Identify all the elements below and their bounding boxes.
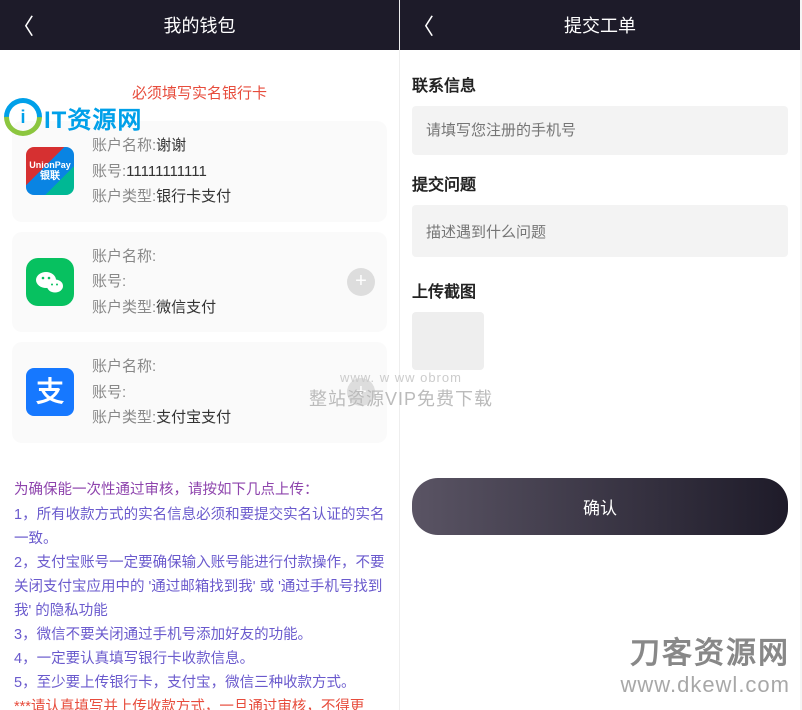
page-title: 我的钱包 — [0, 12, 399, 38]
note-cutoff: ***请认真填写并上传收款方式，一旦通过审核，不得更 — [14, 696, 385, 710]
back-icon[interactable]: 〈 — [412, 9, 434, 41]
payment-method-unionpay[interactable]: UnionPay银联 账户名称:谢谢 账号:11111111111 账户类型:银… — [12, 121, 387, 222]
type-value: 支付宝支付 — [156, 409, 231, 426]
header: 〈 我的钱包 — [0, 0, 399, 50]
note-item: 2，支付宝账号一定要确保输入账号能进行付款操作，不要关闭支付宝应用中的 '通过邮… — [14, 552, 385, 624]
name-label: 账户名称: — [92, 248, 156, 265]
phone-input[interactable] — [412, 106, 788, 155]
ticket-form: 联系信息 提交问题 上传截图 确认 — [400, 50, 800, 547]
watermark-logo: i IT资源网 — [4, 98, 142, 136]
contact-label: 联系信息 — [412, 72, 788, 96]
question-textarea[interactable] — [412, 205, 788, 257]
name-label: 账户名称: — [92, 358, 156, 375]
alipay-icon: 支 — [26, 368, 74, 416]
name-value: 谢谢 — [156, 137, 186, 154]
type-label: 账户类型: — [92, 299, 156, 316]
note-item: 4，一定要认真填写银行卡收款信息。 — [14, 648, 385, 672]
upload-label: 上传截图 — [412, 278, 788, 302]
note-item: 3，微信不要关闭通过手机号添加好友的功能。 — [14, 624, 385, 648]
logo-ring-icon: i — [0, 90, 50, 144]
page-title: 提交工单 — [400, 12, 800, 38]
payment-info: 账户名称:谢谢 账号:11111111111 账户类型:银行卡支付 — [92, 133, 373, 210]
logo-text: IT资源网 — [44, 100, 142, 135]
back-icon[interactable]: 〈 — [12, 9, 34, 41]
wechat-icon — [26, 258, 74, 306]
upload-button[interactable] — [412, 312, 484, 370]
number-label: 账号: — [92, 163, 126, 180]
payment-method-alipay[interactable]: 支 账户名称: 账号: 账户类型:支付宝支付 + — [12, 342, 387, 443]
type-label: 账户类型: — [92, 188, 156, 205]
type-value: 微信支付 — [156, 299, 216, 316]
add-icon[interactable]: + — [347, 268, 375, 296]
type-value: 银行卡支付 — [156, 188, 231, 205]
name-label: 账户名称: — [92, 137, 156, 154]
number-label: 账号: — [92, 273, 126, 290]
payment-info: 账户名称: 账号: 账户类型:微信支付 — [92, 244, 373, 321]
question-label: 提交问题 — [412, 171, 788, 195]
note-item: 5，至少要上传银行卡，支付宝，微信三种收款方式。 — [14, 672, 385, 696]
ticket-screen: 〈 提交工单 联系信息 提交问题 上传截图 确认 — [400, 0, 800, 710]
unionpay-icon: UnionPay银联 — [26, 147, 74, 195]
payment-method-wechat[interactable]: 账户名称: 账号: 账户类型:微信支付 + — [12, 232, 387, 333]
notes-section: 为确保能一次性通过审核，请按如下几点上传： 1，所有收款方式的实名信息必须和要提… — [0, 465, 399, 710]
add-icon[interactable]: + — [347, 378, 375, 406]
number-label: 账号: — [92, 384, 126, 401]
note-item: 1，所有收款方式的实名信息必须和要提交实名认证的实名一致。 — [14, 504, 385, 552]
confirm-button[interactable]: 确认 — [412, 478, 788, 535]
type-label: 账户类型: — [92, 409, 156, 426]
header: 〈 提交工单 — [400, 0, 800, 50]
number-value: 11111111111 — [126, 163, 207, 180]
payment-info: 账户名称: 账号: 账户类型:支付宝支付 — [92, 354, 373, 431]
notes-intro: 为确保能一次性通过审核，请按如下几点上传： — [14, 479, 385, 503]
